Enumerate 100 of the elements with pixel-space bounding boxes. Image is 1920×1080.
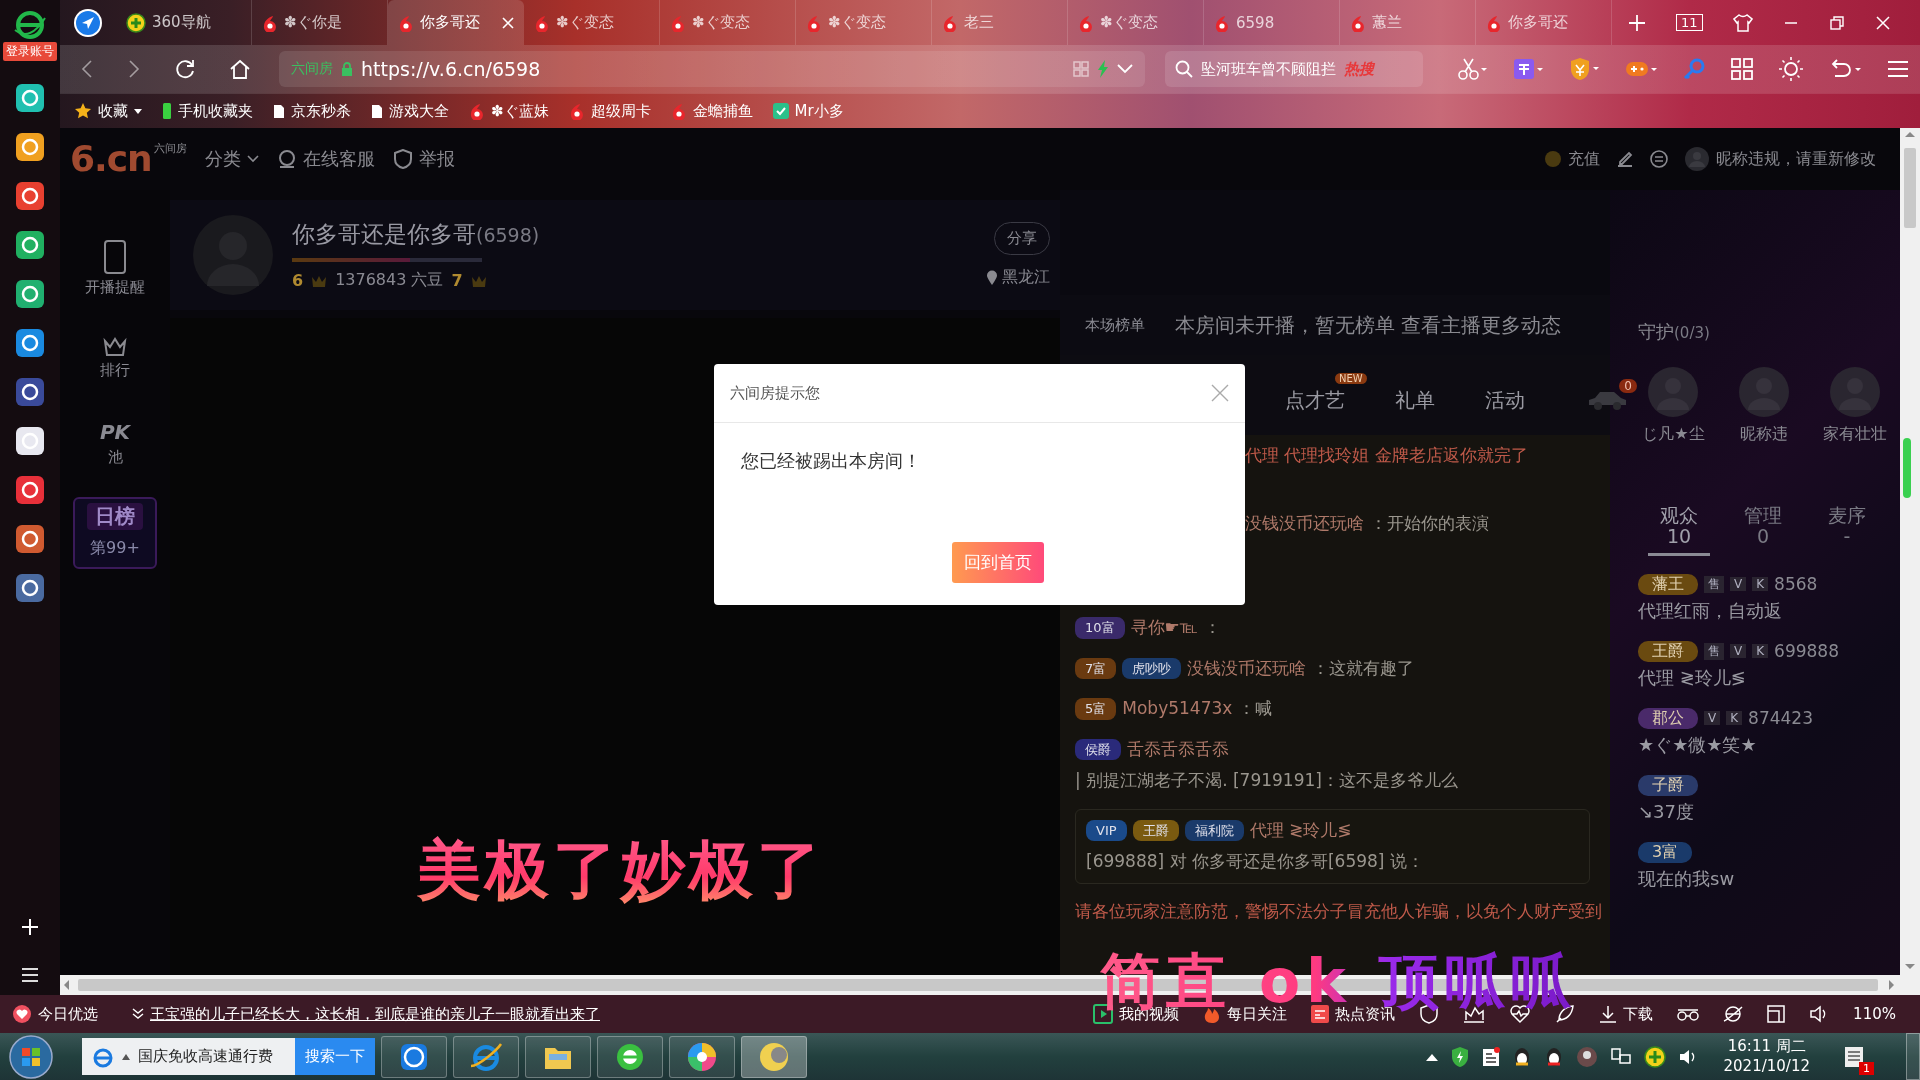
app-icon[interactable] (15, 132, 45, 162)
taskbar-button[interactable] (525, 1035, 591, 1078)
nav-link[interactable]: 举报 (392, 147, 455, 171)
bookmark[interactable]: 游戏大全 (371, 101, 449, 121)
user-name[interactable]: 没钱没币还玩啥 (1187, 655, 1307, 681)
app-icon[interactable] (15, 328, 45, 358)
bookmark[interactable]: 超级周卡 (568, 101, 651, 121)
app-icon[interactable] (15, 230, 45, 260)
nav-link[interactable]: 分类 (204, 147, 259, 171)
app-icon[interactable] (15, 83, 45, 113)
audience-tab[interactable]: 管理 0 (1732, 505, 1794, 556)
news-link[interactable]: 王宝强的儿子已经长大，这长相，到底是谁的亲儿子一眼就看出来了 (150, 1004, 600, 1024)
side-nav-item[interactable]: PK 池 (99, 420, 131, 467)
plus-circle-icon[interactable] (1643, 1045, 1666, 1068)
bookmark[interactable]: 金蟾捕鱼 (670, 101, 753, 121)
user-name[interactable]: 现在的我sw (1638, 866, 1890, 891)
user-name[interactable]: 代理 ≷玲儿≶ (1638, 665, 1890, 690)
app-icon[interactable] (15, 279, 45, 309)
user-name[interactable]: 代理 ≷玲儿≶ (1249, 817, 1352, 843)
notice-text: 请各位玩家注意防范，警惕不法分子冒充他人诈骗，以免个人财产受到 (1075, 899, 1602, 923)
chat-tab[interactable]: 点才艺 (1285, 387, 1345, 412)
taskbar-button[interactable] (453, 1035, 519, 1078)
forward-icon[interactable] (127, 59, 141, 79)
compass-icon[interactable] (73, 7, 103, 38)
app-icon[interactable] (15, 524, 45, 554)
share-button[interactable]: 分享 (994, 222, 1050, 255)
browser-logo-icon[interactable] (13, 10, 47, 40)
zoom-level[interactable]: 110% (1853, 1005, 1896, 1023)
translate-icon[interactable] (1513, 58, 1543, 80)
app-icon[interactable] (15, 426, 45, 456)
reload-icon[interactable] (174, 58, 196, 80)
scissors-icon[interactable] (1457, 58, 1487, 80)
search-icon (1175, 60, 1193, 78)
network-icon[interactable] (1609, 1046, 1632, 1067)
user-name[interactable]: Moby51473x (1122, 696, 1233, 722)
daily-rank-card[interactable]: 日榜 第99+ (73, 497, 157, 569)
chat-tab[interactable]: 礼单 (1395, 387, 1435, 412)
glasses-icon[interactable] (1677, 1006, 1700, 1022)
side-nav-item[interactable]: 排行 (100, 337, 130, 380)
user-notice[interactable]: 昵称违规，请重新修改 (1684, 146, 1876, 172)
restore-icon[interactable] (1828, 14, 1845, 31)
brightness-icon[interactable] (1779, 57, 1803, 81)
audience-tab[interactable]: 观众 10 (1648, 505, 1710, 556)
taskbar-button[interactable] (597, 1035, 663, 1078)
edit-icon[interactable] (1616, 150, 1634, 168)
document-icon[interactable] (1481, 1046, 1500, 1067)
add-icon[interactable] (20, 917, 40, 937)
new-tab-icon[interactable] (1628, 13, 1646, 32)
bookmark[interactable]: ✽ぐ蓝妹 (469, 101, 549, 121)
search-field[interactable]: 国庆免收高速通行费 搜索一下 (82, 1038, 375, 1075)
app-icon[interactable] (15, 377, 45, 407)
app-icon[interactable] (15, 573, 45, 603)
login-badge[interactable]: 登录账号 (3, 42, 57, 61)
user-name[interactable]: 寻你☛℡ (1130, 615, 1199, 641)
menu-circle-icon[interactable] (1650, 150, 1668, 168)
ie-icon[interactable] (1723, 1004, 1744, 1024)
bookmark[interactable]: 手机收藏夹 (162, 101, 253, 121)
side-nav-item[interactable]: 开播提醒 (85, 240, 145, 297)
chevron-down-icon[interactable] (132, 1008, 144, 1020)
recharge-link[interactable]: 充值 (1544, 148, 1600, 170)
nav-link[interactable]: 在线客服 (276, 147, 375, 171)
rank-badge: 7富 (1075, 657, 1117, 679)
clock[interactable]: 16:11 周二 2021/10/12 (1723, 1037, 1810, 1076)
user-name[interactable]: ↘37度 (1638, 799, 1890, 824)
shield-icon[interactable] (1449, 1045, 1470, 1068)
browser-tab[interactable]: 你多哥还 (388, 0, 524, 45)
show-desktop-button[interactable] (1906, 1033, 1920, 1080)
app-icon[interactable] (15, 181, 45, 211)
tray-arrow-icon[interactable] (1425, 1052, 1438, 1061)
skin-icon[interactable] (1732, 13, 1753, 32)
action-center-icon[interactable] (1842, 1044, 1866, 1069)
user-name[interactable]: 没钱没币还玩啥 (1245, 510, 1364, 536)
back-icon[interactable] (80, 59, 94, 79)
bookmark[interactable]: 收藏 (74, 101, 142, 121)
chat-tab[interactable]: 活动 (1485, 387, 1525, 412)
user-name[interactable]: ★ぐ★微★笑★ (1638, 732, 1890, 757)
bookmark[interactable]: 京东秒杀 (273, 101, 351, 121)
download-button[interactable]: 下载 (1599, 1004, 1654, 1024)
app-icon[interactable] (15, 475, 45, 505)
undo-icon[interactable] (1829, 58, 1861, 80)
audience-tab[interactable]: 麦序 - (1816, 505, 1878, 556)
home-icon[interactable] (229, 58, 251, 80)
start-icon[interactable] (8, 1033, 54, 1080)
taskbar-button[interactable] (669, 1035, 735, 1078)
rank-badge: 藩王 (1638, 573, 1698, 595)
user-name[interactable]: 舌忝舌忝舌忝 (1127, 736, 1229, 762)
user-name[interactable]: 代理红雨，自动返 (1638, 598, 1890, 623)
window-icon[interactable] (1767, 1005, 1786, 1023)
search-field[interactable]: 坠河班车曾不顾阻拦 热搜 (1165, 51, 1423, 87)
menu-icon[interactable] (1887, 60, 1909, 78)
taskbar-button[interactable] (381, 1035, 447, 1078)
tab-count[interactable]: 11 (1676, 14, 1703, 31)
taskbar-button[interactable] (741, 1035, 807, 1078)
search-button[interactable]: 搜索一下 (295, 1038, 375, 1075)
bookmark[interactable]: Mr小多 (772, 101, 844, 121)
grid-icon[interactable] (1731, 58, 1753, 80)
list-icon[interactable] (21, 967, 39, 983)
daily-pick-link[interactable]: 今日优选 (12, 1004, 98, 1024)
avatar-icon[interactable] (1575, 1045, 1598, 1068)
dialog-title: 六间房提示您 (730, 383, 820, 403)
